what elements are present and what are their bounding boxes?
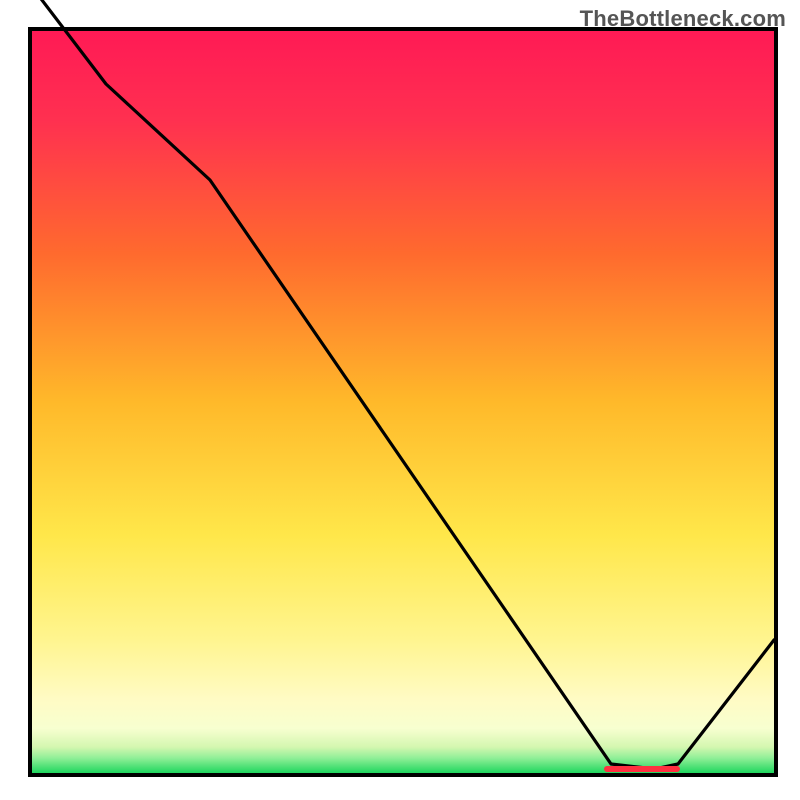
attribution-text: TheBottleneck.com (580, 6, 786, 32)
plot-background (32, 31, 774, 773)
chart-figure: TheBottleneck.com (0, 0, 800, 800)
minimum-marker (604, 766, 680, 772)
chart-svg (0, 0, 800, 800)
